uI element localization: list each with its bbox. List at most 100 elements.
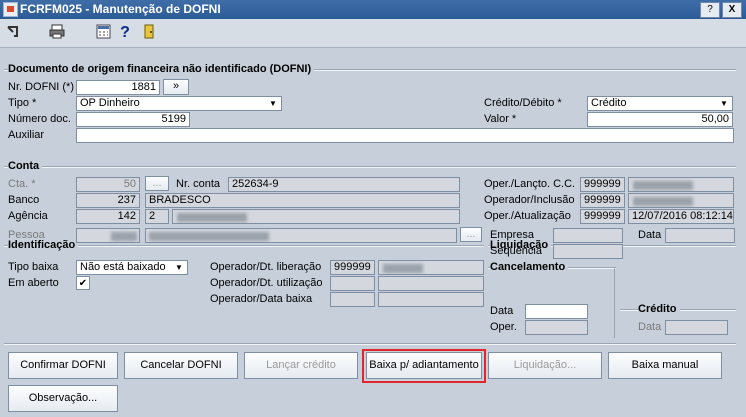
vertical-divider [614,268,615,338]
numero-doc-input[interactable]: 5199 [76,112,190,127]
nr-dofni-input[interactable]: 1881 [76,80,160,95]
close-button[interactable]: X [722,2,742,18]
nr-conta-label: Nr. conta [176,178,221,190]
valor-input[interactable]: 50,00 [587,112,733,127]
banco-name-input: BRADESCO [145,193,460,208]
oper-inclusao-date [628,193,734,208]
banco-label: Banco [8,194,40,206]
oper-inclusao-input: 999999 [580,193,625,208]
pessoa-name-input [145,228,457,243]
cta-lookup-button[interactable]: ... [145,176,169,191]
op-liberacao-label: Operador/Dt. liberação [210,261,322,273]
redacted-text [633,197,693,206]
redacted-text [633,181,693,190]
help-icon[interactable]: ? [116,24,134,42]
agencia-label: Agência [8,210,48,222]
numero-doc-label: Número doc. [8,113,71,125]
oper-atualizacao-input: 999999 [580,209,625,224]
sequencia-input [553,244,623,259]
pessoa-lookup-button[interactable]: ... [460,227,482,242]
nr-conta-input: 252634-9 [228,177,460,192]
oper-atualizacao-label: Oper./Atualização [484,210,571,222]
agencia-dv-input: 2 [145,209,169,224]
redacted-text [149,232,269,241]
agencia-code-input: 142 [76,209,140,224]
sequencia-label: Sequência [490,245,542,257]
baixa-adiantamento-button[interactable]: Baixa p/ adiantamento [366,352,482,379]
op-liberacao-input: 999999 [330,260,375,275]
cancelamento-oper-input [525,320,588,335]
tipo-baixa-label: Tipo baixa [8,261,59,273]
empresa-input [553,228,623,243]
cta-label: Cta. * [8,178,36,190]
cta-input[interactable]: 50 [76,177,140,192]
agencia-name-input [172,209,460,224]
oper-lancto-input: 999999 [580,177,625,192]
conta-divider [4,166,736,168]
help-title-button[interactable]: ? [700,2,720,18]
cancelamento-data-input[interactable] [525,304,588,319]
nr-dofni-lookup-button[interactable]: » [163,79,189,95]
tipo-label: Tipo * [8,97,37,109]
print-icon[interactable] [48,24,66,42]
doc-section-title: Documento de origem financeira não ident… [8,63,315,75]
pessoa-code-input[interactable] [76,228,140,243]
op-baixa-label: Operador/Data baixa [210,293,313,305]
tipo-baixa-value: Não está baixado [80,261,166,273]
auxiliar-label: Auxiliar [8,129,45,141]
credito-data-input [665,320,728,335]
conta-section-title: Conta [8,160,43,172]
pessoa-label: Pessoa [8,229,45,241]
tipo-select[interactable]: OP Dinheiro ▼ [76,96,282,111]
exit-icon[interactable] [4,24,22,42]
confirmar-dofni-button[interactable]: Confirmar DOFNI [8,352,118,379]
credito-debito-select[interactable]: Crédito ▼ [587,96,733,111]
door-icon[interactable] [140,24,158,42]
auxiliar-input[interactable] [76,128,734,143]
cancelamento-data-label: Data [490,305,514,317]
cancelar-dofni-button[interactable]: Cancelar DOFNI [124,352,238,379]
oper-lancto-date [628,177,734,192]
credito-section-title: Crédito [638,303,680,315]
nr-dofni-label: Nr. DOFNI (*) [8,81,74,93]
cancelamento-section-title: Cancelamento [490,261,569,273]
chevron-down-icon[interactable]: ▼ [266,98,280,109]
redacted-text [383,264,423,273]
credito-debito-value: Crédito [591,97,627,109]
credito-debito-label: Crédito/Débito * [484,97,562,109]
window-title: FCRFM025 - Manutenção de DOFNI [20,2,221,16]
lancar-credito-button[interactable]: Lançar crédito [244,352,358,379]
title-bar: FCRFM025 - Manutenção de DOFNI ? X [0,0,746,19]
redacted-text [111,232,137,241]
redacted-text [177,213,247,222]
valor-label: Valor * [484,113,517,125]
app-icon [3,2,18,17]
toolbar: ? [0,19,746,48]
tipo-value: OP Dinheiro [80,97,140,109]
liquidacao-data-input [665,228,735,243]
empresa-label: Empresa [490,229,535,241]
op-baixa-input [330,292,375,307]
liquidacao-button[interactable]: Liquidação... [488,352,602,379]
em-aberto-label: Em aberto [8,277,59,289]
op-utilizacao-label: Operador/Dt. utilização [210,277,323,289]
op-baixa-date [378,292,484,307]
liquidacao-data-label: Data [638,229,662,241]
observacao-button[interactable]: Observação... [8,385,118,412]
tipo-baixa-select[interactable]: Não está baixado ▼ [76,260,188,275]
oper-atualizacao-date: 12/07/2016 08:12:14 [628,209,734,224]
baixa-manual-button[interactable]: Baixa manual [608,352,722,379]
op-utilizacao-date [378,276,484,291]
calculator-icon[interactable] [94,24,112,42]
cancelamento-oper-label: Oper. [490,321,517,333]
buttons-divider [4,343,736,345]
credito-data-label: Data [638,321,662,333]
banco-code-input: 237 [76,193,140,208]
chevron-down-icon[interactable]: ▼ [172,262,186,273]
oper-lancto-label: Oper./Lançto. C.C. [484,178,576,190]
em-aberto-checkbox[interactable]: ✔ [76,276,90,290]
oper-inclusao-label: Operador/Inclusão [484,194,575,206]
chevron-down-icon[interactable]: ▼ [717,98,731,109]
op-utilizacao-input [330,276,375,291]
op-liberacao-date [378,260,484,275]
